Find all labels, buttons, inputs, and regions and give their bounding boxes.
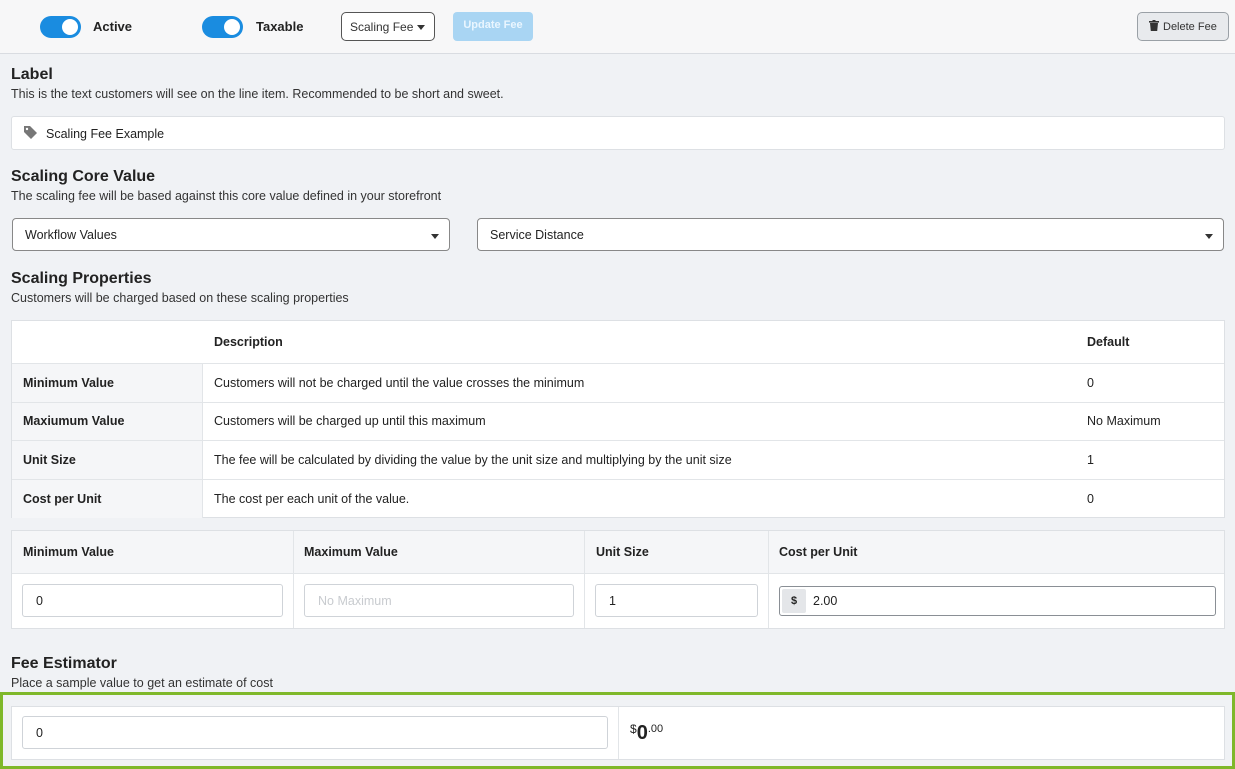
core-source-value: Workflow Values [25, 228, 117, 242]
table-row: Maxiumum Value Customers will be charged… [12, 402, 1224, 440]
column-header-default: Default [1087, 335, 1130, 349]
row-header: Cost per Unit [12, 480, 203, 518]
estimate-currency: $ [630, 722, 637, 736]
column-header-minimum: Minimum Value [23, 545, 114, 559]
row-default: 1 [1087, 453, 1094, 467]
row-default: No Maximum [1087, 414, 1161, 428]
table-row: Unit Size The fee will be calculated by … [12, 440, 1224, 479]
properties-section-subtitle: Customers will be charged based on these… [11, 291, 349, 305]
column-header-cost-per-unit: Cost per Unit [779, 545, 858, 559]
fee-estimator: $0.00 [11, 706, 1225, 760]
core-field-value: Service Distance [490, 228, 584, 242]
column-header-description: Description [214, 335, 283, 349]
table-row: Cost per Unit The cost per each unit of … [12, 479, 1224, 518]
delete-fee-label: Delete Fee [1163, 21, 1217, 33]
taxable-toggle[interactable] [202, 16, 243, 38]
row-header: Unit Size [12, 441, 203, 479]
table-row: Minimum Value Customers will not be char… [12, 363, 1224, 402]
taxable-label: Taxable [256, 19, 304, 34]
cost-per-unit-value: 2.00 [813, 594, 838, 608]
row-default: 0 [1087, 492, 1094, 506]
sample-value-input[interactable] [22, 716, 608, 749]
properties-table: Description Default Minimum Value Custom… [11, 320, 1225, 518]
estimated-cost: $0.00 [630, 722, 663, 745]
core-section-subtitle: The scaling fee will be based against th… [11, 189, 442, 203]
row-default: 0 [1087, 376, 1094, 390]
update-fee-button[interactable]: Update Fee [453, 12, 533, 41]
fee-type-value: Scaling Fee [350, 20, 414, 34]
label-section-subtitle: This is the text customers will see on t… [11, 87, 504, 101]
table-corner [12, 321, 203, 363]
column-header-unit-size: Unit Size [596, 545, 649, 559]
currency-addon: $ [782, 589, 806, 613]
row-header: Minimum Value [12, 364, 203, 402]
column-divider [768, 531, 769, 628]
fee-type-select[interactable]: Scaling Fee [341, 12, 435, 41]
properties-section-title: Scaling Properties [11, 270, 152, 287]
unit-size-input[interactable] [595, 584, 758, 617]
estimator-section-title: Fee Estimator [11, 655, 117, 672]
estimate-cents: .00 [647, 723, 664, 735]
column-divider [618, 707, 619, 759]
active-toggle[interactable] [40, 16, 81, 38]
core-source-dropdown[interactable]: Workflow Values [12, 218, 450, 251]
row-description: Customers will not be charged until the … [214, 376, 585, 390]
row-header: Maxiumum Value [12, 403, 203, 440]
row-description: The cost per each unit of the value. [214, 492, 410, 506]
trash-icon [1149, 20, 1159, 34]
estimate-whole: 0 [636, 722, 648, 744]
estimator-section-subtitle: Place a sample value to get an estimate … [11, 676, 273, 690]
toggle-knob [62, 19, 78, 35]
caret-down-icon [431, 234, 439, 239]
toggle-knob [224, 19, 240, 35]
values-table: Minimum Value Maximum Value Unit Size Co… [11, 530, 1225, 629]
toolbar: Active Taxable Scaling Fee Update Fee De… [0, 0, 1235, 54]
tag-icon [24, 126, 37, 142]
label-input-value: Scaling Fee Example [46, 127, 165, 141]
core-section-title: Scaling Core Value [11, 168, 156, 185]
cost-per-unit-input[interactable]: $ 2.00 [779, 586, 1216, 616]
column-divider [584, 531, 585, 628]
caret-down-icon [1205, 234, 1213, 239]
row-description: The fee will be calculated by dividing t… [214, 453, 732, 467]
column-divider [293, 531, 294, 628]
label-input[interactable]: Scaling Fee Example [11, 116, 1225, 150]
row-description: Customers will be charged up until this … [214, 414, 486, 428]
delete-fee-button[interactable]: Delete Fee [1137, 12, 1229, 41]
label-section-title: Label [11, 66, 53, 83]
column-header-maximum: Maximum Value [304, 545, 398, 559]
active-label: Active [93, 19, 133, 34]
caret-down-icon [417, 25, 425, 30]
core-field-dropdown[interactable]: Service Distance [477, 218, 1224, 251]
maximum-value-input[interactable] [304, 584, 574, 617]
minimum-value-input[interactable] [22, 584, 283, 617]
